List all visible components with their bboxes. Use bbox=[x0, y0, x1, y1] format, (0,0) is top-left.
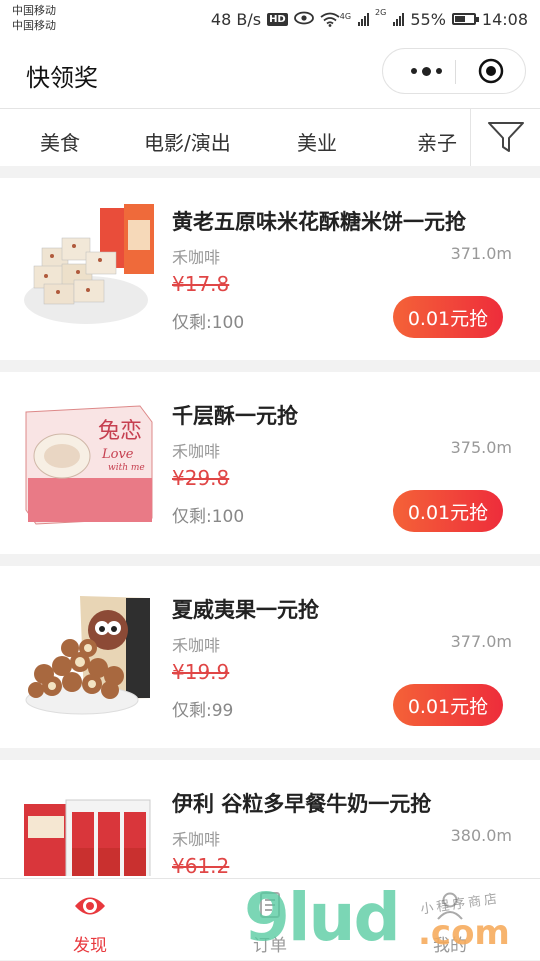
box-love-text: Love bbox=[101, 447, 134, 462]
filter-button[interactable] bbox=[470, 109, 540, 166]
shop-name: 禾咖啡 bbox=[172, 636, 221, 655]
watermark-brand: 9lud bbox=[244, 879, 401, 956]
signal-2g-icon bbox=[393, 12, 405, 26]
grab-button[interactable]: 0.01元抢 bbox=[393, 490, 503, 532]
product-card[interactable]: 黄老五原味米花酥糖米饼一元抢 禾咖啡 371.0m ¥17.8 仅剩:100 0… bbox=[0, 178, 540, 360]
stock-remaining: 仅剩:99 bbox=[172, 701, 234, 721]
grab-button[interactable]: 0.01元抢 bbox=[393, 296, 503, 338]
battery-fill bbox=[454, 16, 465, 22]
tab-label: 发现 bbox=[73, 936, 107, 956]
stock-remaining: 仅剩:100 bbox=[172, 507, 245, 527]
category-food[interactable]: 美食 bbox=[40, 127, 80, 156]
navigation-bar: 快领奖 bbox=[0, 38, 540, 108]
product-title: 千层酥一元抢 bbox=[172, 404, 298, 428]
close-miniprogram-button[interactable] bbox=[478, 58, 504, 84]
wifi-icon: 4G bbox=[320, 12, 352, 27]
more-dot-icon bbox=[421, 66, 431, 76]
hd-icon: HD bbox=[267, 12, 288, 26]
original-price: ¥29.8 bbox=[172, 466, 230, 490]
category-beauty[interactable]: 美业 bbox=[297, 127, 337, 156]
capsule-divider bbox=[455, 60, 456, 84]
distance: 375.0m bbox=[450, 438, 512, 457]
product-title: 夏威夷果一元抢 bbox=[172, 598, 319, 622]
eye-icon bbox=[293, 10, 314, 29]
original-price: ¥61.2 bbox=[172, 854, 230, 878]
product-card[interactable]: 兔恋 Love with me 千层酥一元抢 禾咖啡 375.0m ¥29.8 … bbox=[0, 372, 540, 554]
shop-name: 禾咖啡 bbox=[172, 442, 221, 461]
grab-button[interactable]: 0.01元抢 bbox=[393, 684, 503, 726]
distance: 380.0m bbox=[450, 826, 512, 845]
signal-4g-icon bbox=[358, 12, 370, 26]
more-dot-icon bbox=[410, 68, 417, 74]
original-price: ¥19.9 bbox=[172, 660, 230, 684]
shop-name: 禾咖啡 bbox=[172, 830, 221, 849]
carrier-label-2: 中国移动 bbox=[12, 19, 56, 32]
watermark-domain: .com bbox=[418, 913, 510, 953]
product-image-macadamia[interactable] bbox=[22, 588, 157, 723]
more-options-button[interactable] bbox=[399, 49, 453, 93]
product-title: 伊利 谷粒多早餐牛奶一元抢 bbox=[172, 792, 432, 816]
distance: 377.0m bbox=[450, 632, 512, 651]
filter-funnel-icon bbox=[487, 121, 524, 152]
shop-name: 禾咖啡 bbox=[172, 248, 221, 267]
page-title: 快领奖 bbox=[26, 64, 98, 92]
net-speed: 48 B/s bbox=[210, 9, 262, 29]
net-4g-label: 4G bbox=[339, 11, 352, 21]
original-price: ¥17.8 bbox=[172, 272, 230, 296]
category-tabs: 美食 电影/演出 美业 亲子 bbox=[0, 108, 540, 166]
box-withme-text: with me bbox=[108, 463, 145, 473]
box-brand-text: 兔恋 bbox=[98, 419, 142, 444]
tab-discover[interactable]: 发现 bbox=[30, 879, 150, 961]
carrier-label-1: 中国移动 bbox=[12, 4, 56, 17]
battery-percent: 55% bbox=[410, 9, 446, 29]
category-parent-child[interactable]: 亲子 bbox=[417, 127, 457, 156]
category-movie-show[interactable]: 电影/演出 bbox=[144, 127, 231, 156]
battery-icon bbox=[451, 13, 479, 25]
product-card[interactable]: 夏威夷果一元抢 禾咖啡 377.0m ¥19.9 仅剩:99 0.01元抢 bbox=[0, 566, 540, 748]
status-bar: 中国移动 中国移动 48 B/s HD 4G 2G 55% 14:08 bbox=[0, 0, 540, 38]
more-dot-icon bbox=[435, 68, 442, 74]
product-image-pastry-box[interactable]: 兔恋 Love with me bbox=[22, 394, 157, 529]
distance: 371.0m bbox=[450, 244, 512, 263]
stock-remaining: 仅剩:100 bbox=[172, 313, 245, 333]
eye-icon bbox=[75, 897, 105, 915]
miniprogram-capsule bbox=[382, 48, 526, 94]
product-image-rice-cake[interactable] bbox=[22, 200, 157, 335]
product-title: 黄老五原味米花酥糖米饼一元抢 bbox=[172, 210, 466, 234]
net-2g-label: 2G bbox=[375, 8, 387, 17]
target-icon bbox=[478, 58, 504, 84]
clock-time: 14:08 bbox=[481, 9, 528, 29]
